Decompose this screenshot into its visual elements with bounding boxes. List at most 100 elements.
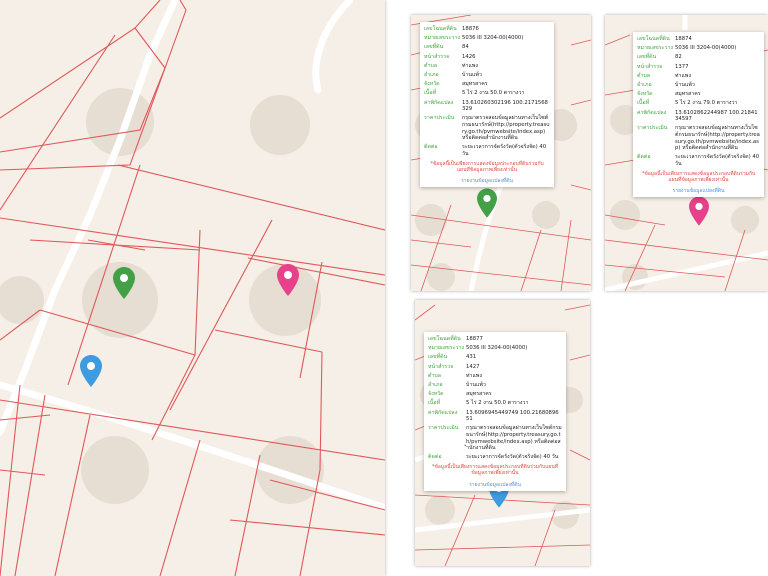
info-row: หมายเลขระวาง 5036 III 3204-00(4000) — [428, 345, 562, 352]
info-value: 13.6102862244987 100.2184134597 — [675, 109, 758, 123]
info-row: จังหวัด สมุทรสาคร — [637, 91, 760, 98]
info-value: 5036 III 3204-00(4000) — [466, 345, 528, 352]
info-value: 5 ไร่ 2 งาน 79.0 ตารางวา — [675, 100, 738, 107]
info-value: 5036 III 3204-00(4000) — [675, 45, 737, 52]
info-label: เนื้อที่ — [424, 90, 437, 97]
info-value: กรุณาตรวจสอบข้อมูลผ่านทางเว็บไซต์กรมธนาร… — [675, 125, 760, 152]
info-value: ระยะเวลาการจัดรังวัด(ตัวจริงจัด) 40 วัน — [462, 144, 547, 158]
info-label: ตำบล — [424, 62, 438, 69]
info-label: หน้าสำรวจ — [637, 63, 663, 70]
info-row: ตำบล ท่าแพง — [637, 73, 760, 80]
blue-pin-marker[interactable] — [80, 355, 102, 387]
info-label: เลขที่ดิน — [424, 44, 444, 51]
info-label: หมายเลขระวาง — [428, 345, 464, 352]
info-label: ราคาประเมิน — [428, 425, 459, 432]
info-value: สมุทรสาคร — [675, 91, 701, 98]
info-row: จังหวัด สมุทรสาคร — [424, 81, 550, 88]
parcel-map — [0, 0, 385, 576]
info-row: จังหวัด สมุทรสาคร — [428, 391, 562, 398]
info-row: ราคาประเมิน กรุณาตรวจสอบข้อมูลผ่านทางเว็บ… — [637, 125, 760, 151]
info-value: ท่าแพง — [462, 62, 478, 69]
info-value: 13.610260302196 100.2171568329 — [462, 99, 548, 113]
info-row: ตำบล ท่าแพง — [428, 373, 562, 380]
info-label: อำเภอ — [428, 382, 443, 389]
info-row: อำเภอ บ้านแพ้ว — [424, 72, 550, 79]
parcel-info-card-green: เลขโฉนดที่ดิน 18876 หมายเลขระวาง 5036 III 3… — [420, 22, 554, 188]
info-row: ค่าพิกัดแปลง 13.6096945449749 100.2168089… — [428, 410, 562, 423]
info-label: ค่าพิกัดแปลง — [428, 409, 458, 416]
info-row: อำเภอ บ้านแพ้ว — [637, 82, 760, 89]
info-label: เลขโฉนดที่ดิน — [424, 26, 457, 32]
info-value: 5 ไร่ 2 งาน 50.0 ตารางวา — [466, 400, 529, 407]
info-row: เนื้อที่ 5 ไร่ 2 งาน 50.0 ตารางวา — [428, 400, 562, 407]
pink-pin-marker[interactable] — [277, 264, 299, 296]
info-label: อำเภอ — [424, 72, 439, 79]
info-value: 5 ไร่ 2 งาน 50.0 ตารางวา — [462, 90, 525, 97]
info-label: เลขที่ดิน — [428, 354, 448, 361]
info-label: ติดต่อ — [428, 454, 442, 461]
info-row: เลขโฉนดที่ดิน 18876 — [424, 26, 550, 33]
info-label: อำเภอ — [637, 82, 652, 89]
info-label: ตำบล — [428, 372, 442, 379]
info-row: เนื้อที่ 5 ไร่ 2 งาน 50.0 ตารางวา — [424, 90, 550, 97]
info-label: ราคาประเมิน — [424, 115, 455, 122]
info-label: ราคาประเมิน — [637, 125, 668, 132]
info-row: เลขที่ดิน 82 — [637, 54, 760, 61]
parcel-report-link[interactable]: รายงานข้อมูลแปลงที่ดิน — [424, 178, 550, 184]
info-label: ติดต่อ — [424, 144, 438, 151]
info-value: 84 — [462, 44, 469, 51]
info-value: บ้านแพ้ว — [675, 82, 695, 89]
info-row: เลขที่ดิน 431 — [428, 354, 562, 361]
info-value: 5036 III 3204-00(4000) — [462, 35, 524, 42]
info-label: ตำบล — [637, 72, 651, 79]
info-value: บ้านแพ้ว — [466, 382, 486, 389]
info-value: บ้านแพ้ว — [462, 72, 482, 79]
info-row: ติดต่อ ระยะเวลาการจัดรังวัด(ตัวจริงจัด) 4… — [428, 454, 562, 461]
disclaimer-note: *ข้อมูลนี้เป็นเพียงการแสดงข้อมูลประกอบที… — [430, 160, 544, 173]
info-label: จังหวัด — [428, 391, 444, 398]
parcel-info-card-pink: เลขโฉนดที่ดิน 18874 หมายเลขระวาง 5036 III 3… — [633, 32, 764, 198]
info-row: หน้าสำรวจ 1427 — [428, 364, 562, 371]
info-value: กรุณาตรวจสอบข้อมูลผ่านทางเว็บไซต์กรมธนาร… — [466, 425, 562, 452]
info-label: จังหวัด — [637, 91, 653, 98]
info-label: หมายเลขระวาง — [637, 45, 673, 52]
info-label: เนื้อที่ — [428, 400, 441, 407]
info-value: 18874 — [675, 36, 692, 42]
disclaimer-note: *ข้อมูลนี้เป็นเพียงการแสดงข้อมูลประกอบที… — [431, 464, 559, 477]
info-row: เลขโฉนดที่ดิน 18877 — [428, 336, 562, 343]
green-pin-marker[interactable] — [113, 267, 135, 299]
info-value: 1426 — [462, 53, 476, 60]
info-row: เลขโฉนดที่ดิน 18874 — [637, 36, 760, 43]
info-label: หน้าสำรวจ — [424, 53, 450, 60]
info-row: ติดต่อ ระยะเวลาการจัดรังวัด(ตัวจริงจัด) 4… — [424, 144, 550, 157]
parcel-info-card-blue: เลขโฉนดที่ดิน 18877 หมายเลขระวาง 5036 III 3… — [424, 332, 566, 491]
info-label: เนื้อที่ — [637, 100, 650, 107]
disclaimer-note: *ข้อมูลนี้เป็นเพียงการแสดงข้อมูลประกอบที… — [641, 170, 756, 183]
info-value: 1427 — [466, 363, 480, 370]
info-value: ท่าแพง — [466, 372, 482, 379]
info-value: ระยะเวลาการจัดรังวัด(ตัวจริงจัด) 40 วัน — [675, 154, 760, 168]
info-row: เนื้อที่ 5 ไร่ 2 งาน 79.0 ตารางวา — [637, 100, 760, 107]
green-pin-marker-detail[interactable] — [477, 188, 497, 218]
info-row: เลขที่ดิน 84 — [424, 44, 550, 51]
info-value: ระยะเวลาการจัดรังวัด(ตัวจริงจัด) 40 วัน — [466, 454, 559, 461]
info-value: 18876 — [462, 26, 479, 32]
main-map[interactable] — [0, 0, 385, 576]
info-row: ราคาประเมิน กรุณาตรวจสอบข้อมูลผ่านทางเว็บ… — [428, 425, 562, 451]
info-value: ท่าแพง — [675, 72, 691, 79]
info-label: จังหวัด — [424, 81, 440, 88]
info-label: หมายเลขระวาง — [424, 35, 460, 42]
info-value: สมุทรสาคร — [462, 81, 488, 88]
info-label: ค่าพิกัดแปลง — [637, 109, 667, 116]
info-label: ติดต่อ — [637, 154, 651, 161]
info-value: 18877 — [466, 336, 483, 342]
info-value: 13.6096945449749 100.2168089651 — [466, 409, 559, 423]
parcel-report-link[interactable]: รายงานข้อมูลแปลงที่ดิน — [637, 188, 760, 194]
parcel-report-link[interactable]: รายงานข้อมูลแปลงที่ดิน — [428, 482, 562, 488]
info-row: หน้าสำรวจ 1426 — [424, 54, 550, 61]
pink-pin-marker-detail[interactable] — [689, 196, 709, 226]
info-row: อำเภอ บ้านแพ้ว — [428, 382, 562, 389]
info-value: 431 — [466, 354, 477, 361]
info-row: ติดต่อ ระยะเวลาการจัดรังวัด(ตัวจริงจัด) 4… — [637, 154, 760, 167]
info-row: ค่าพิกัดแปลง 13.6102862244987 100.2184134… — [637, 110, 760, 123]
